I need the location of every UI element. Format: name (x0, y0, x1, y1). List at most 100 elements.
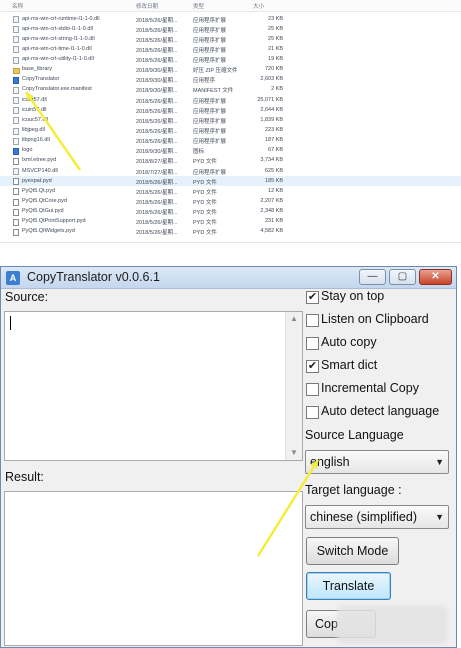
option-checkbox[interactable]: Auto copy (304, 334, 456, 354)
file-row[interactable]: icudt57.dll 2018/5/26/星期... 应用程序扩展 25,071 K… (0, 95, 461, 105)
file-icon (13, 178, 19, 186)
file-type: 应用程序扩展 (193, 118, 227, 125)
result-textarea[interactable] (4, 491, 303, 646)
scroll-down-icon[interactable]: ▼ (286, 446, 302, 460)
title-bar[interactable]: A CopyTranslator v0.0.6.1 — ▢ ✕ (1, 267, 456, 289)
file-row[interactable]: libjpeg.dll 2018/5/26/星期... 应用程序扩展 223 KB (0, 126, 461, 136)
option-checkbox[interactable]: ✔ Stay on top (304, 288, 456, 308)
maximize-button[interactable]: ▢ (389, 269, 416, 285)
file-rows: api-ms-win-crt-runtime-l1-1-0.dll 2018/5/… (0, 14, 461, 237)
checkbox-unchecked-icon[interactable] (306, 314, 319, 327)
switch-mode-button[interactable]: Switch Mode (306, 537, 399, 565)
file-row[interactable]: PyQt5.QtCore.pyd 2018/5/26/星期... PYD 文件 2,2… (0, 197, 461, 207)
file-date: 2018/5/26/星期... (136, 27, 178, 34)
file-type: PYD 文件 (193, 200, 217, 207)
file-type: 应用程序扩展 (193, 139, 227, 146)
file-type: PYD 文件 (193, 230, 217, 237)
window-title: CopyTranslator v0.0.6.1 (27, 270, 160, 284)
file-date: 2018/9/30/星期... (136, 68, 178, 75)
file-row[interactable]: lxml.etree.pyd 2018/8/27/星期... PYD 文件 3,734… (0, 156, 461, 166)
source-scrollbar[interactable]: ▲ ▼ (285, 312, 302, 460)
file-type: 应用程序扩展 (193, 58, 227, 65)
file-row[interactable]: api-ms-win-crt-string-l1-1-0.dll 2018/5/2… (0, 34, 461, 44)
column-header-name[interactable]: 名称 (12, 2, 23, 10)
minimize-icon: — (367, 271, 378, 282)
file-icon (13, 147, 19, 155)
checkbox-checked-icon[interactable]: ✔ (306, 291, 319, 304)
file-explorer-list: 名称 修改日期 类型 大小 api-ms-win-crt-runtime-l1-… (0, 0, 461, 243)
file-row[interactable]: api-ms-win-crt-runtime-l1-1-0.dll 2018/5/… (0, 14, 461, 24)
option-label: Listen on Clipboard (321, 312, 429, 326)
file-row[interactable]: api-ms-win-crt-time-l1-1-0.dll 2018/5/26/… (0, 44, 461, 54)
file-date: 2018/5/26/星期... (136, 129, 178, 136)
file-row[interactable]: logo 2018/9/30/星期... 图标 67 KB (0, 146, 461, 156)
scroll-up-icon[interactable]: ▲ (286, 312, 302, 326)
file-list-header: 名称 修改日期 类型 大小 (0, 0, 461, 12)
file-row[interactable]: api-ms-win-crt-utility-l1-1-0.dll 2018/5/… (0, 55, 461, 65)
checkbox-unchecked-icon[interactable] (306, 337, 319, 350)
file-size: 1,839 KB (260, 116, 283, 123)
file-type: PYD 文件 (193, 220, 217, 227)
source-language-select[interactable]: english ▼ (305, 450, 449, 474)
file-size: 25,071 KB (257, 96, 283, 103)
archive-icon (13, 67, 20, 74)
source-textarea[interactable]: ▲ ▼ (4, 311, 303, 461)
file-size: 2,644 KB (260, 106, 283, 113)
option-label: Incremental Copy (321, 381, 419, 395)
file-name: api-ms-win-crt-utility-l1-1-0.dll (22, 56, 94, 63)
file-type: 应用程序 (193, 78, 216, 85)
checkbox-unchecked-icon[interactable] (306, 406, 319, 419)
option-checkbox[interactable]: Auto detect language (304, 403, 456, 423)
option-checkbox[interactable]: Incremental Copy (304, 380, 456, 400)
file-row[interactable]: icuin57.dll 2018/5/26/星期... 应用程序扩展 2,644 KB (0, 105, 461, 115)
file-date: 2018/9/30/星期... (136, 78, 178, 85)
checkbox-checked-icon[interactable]: ✔ (306, 360, 319, 373)
file-name: icudt57.dll (22, 96, 47, 103)
file-type: 应用程序扩展 (193, 169, 227, 176)
file-date: 2018/5/26/星期... (136, 139, 178, 146)
file-row[interactable]: libpng16.dll 2018/5/26/星期... 应用程序扩展 187 KB (0, 136, 461, 146)
file-size: 2,348 KB (260, 208, 283, 215)
option-label: Auto copy (321, 335, 377, 349)
file-date: 2018/5/26/星期... (136, 230, 178, 237)
file-name: api-ms-win-crt-string-l1-1-0.dll (22, 35, 95, 42)
file-size: 19 KB (268, 56, 283, 63)
file-icon (13, 117, 19, 125)
file-row[interactable]: base_library 2018/9/30/星期... 好压 ZIP 压缩文件 72… (0, 65, 461, 75)
file-name: CopyTranslator.exe.manifest (22, 86, 92, 93)
file-date: 2018/5/26/星期... (136, 17, 178, 24)
file-row[interactable]: CopyTranslator 2018/9/30/星期... 应用程序 2,603 K… (0, 75, 461, 85)
target-language-select[interactable]: chinese (simplified) ▼ (305, 505, 449, 529)
file-icon (13, 157, 19, 165)
column-header-size[interactable]: 大小 (253, 2, 264, 10)
file-size: 12 KB (268, 187, 283, 194)
file-row[interactable]: CopyTranslator.exe.manifest 2018/9/30/星期.… (0, 85, 461, 95)
file-type: PYD 文件 (193, 159, 217, 166)
file-name: PyQt5.Qt.pyd (22, 187, 56, 194)
option-checkbox[interactable]: Listen on Clipboard (304, 311, 456, 331)
column-header-type[interactable]: 类型 (193, 2, 204, 10)
file-row[interactable]: MSVCP140.dll 2018/7/27/星期... 应用程序扩展 625 KB (0, 166, 461, 176)
close-button[interactable]: ✕ (419, 269, 452, 285)
file-row[interactable]: api-ms-win-crt-stdio-l1-1-0.dll 2018/5/26… (0, 24, 461, 34)
file-row[interactable]: icuuc57.dll 2018/5/26/星期... 应用程序扩展 1,839 KB (0, 115, 461, 125)
copytranslator-window: A CopyTranslator v0.0.6.1 — ▢ ✕ Source: … (0, 266, 457, 648)
file-row[interactable]: PyQt5.Qt.pyd 2018/5/26/星期... PYD 文件 12 KB (0, 186, 461, 196)
checkbox-unchecked-icon[interactable] (306, 383, 319, 396)
file-size: 625 KB (264, 167, 283, 174)
file-row[interactable]: PyQt5.QtWidgets.pyd 2018/5/26/星期... PYD 文件… (0, 227, 461, 237)
file-size: 2,207 KB (260, 198, 283, 205)
file-type: 应用程序扩展 (193, 129, 227, 136)
minimize-button[interactable]: — (359, 269, 386, 285)
column-header-date[interactable]: 修改日期 (136, 2, 158, 10)
file-type: MANIFEST 文件 (193, 88, 234, 95)
file-row[interactable]: PyQt5.QtPrintSupport.pyd 2018/5/26/星期... P… (0, 217, 461, 227)
file-type: PYD 文件 (193, 210, 217, 217)
file-size: 720 KB (264, 66, 283, 73)
close-icon: ✕ (431, 271, 440, 282)
source-label: Source: (5, 290, 49, 304)
file-row[interactable]: PyQt5.QtGui.pyd 2018/5/26/星期... PYD 文件 2,34… (0, 207, 461, 217)
translate-button[interactable]: Translate (306, 572, 391, 600)
option-checkbox[interactable]: ✔ Smart dict (304, 357, 456, 377)
file-row[interactable]: pyexpat.pyd 2018/5/26/星期... PYD 文件 185 KB (0, 176, 461, 187)
